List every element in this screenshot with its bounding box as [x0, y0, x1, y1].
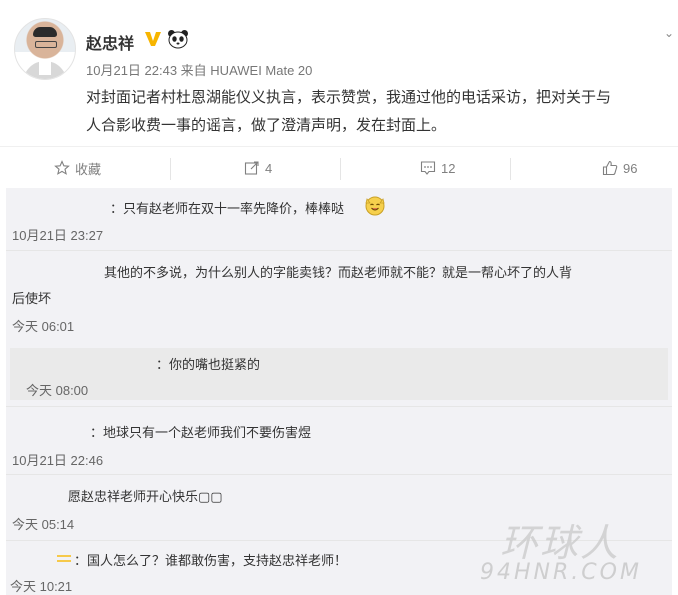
comment-text: ：地球只有一个赵老师我们不要伤害煜 [90, 425, 312, 440]
post-body: 对封面记者村杜恩湖能仪义执言，表示赞赏，我通过他的电话采访，把对关于与 人合影收… [86, 84, 676, 140]
comment-item: ：地球只有一个赵老师我们不要伤害煜 10月21日 22:46 [6, 406, 672, 475]
comment-text: 后使坏 [12, 291, 52, 306]
comment-time: 今天 05:14 [12, 517, 75, 532]
star-icon [54, 160, 70, 175]
like-count: 96 [623, 160, 638, 176]
comment-time: 今天 10:21 [10, 579, 73, 594]
verified-v-icon [145, 32, 161, 46]
comment-time: 10月21日 23:27 [12, 228, 104, 243]
comment-icon [420, 161, 436, 175]
divider [170, 158, 171, 180]
divider [340, 158, 341, 180]
smiling-face-emoji-icon [365, 196, 385, 216]
comment-text: ：国人怎么了？谁都敢伤害，支持赵忠祥老师！ [74, 553, 348, 568]
chevron-down-icon[interactable]: ⌄ [664, 26, 674, 40]
author-avatar[interactable] [14, 18, 76, 80]
author-name[interactable]: 赵忠祥 [86, 30, 134, 54]
username-emoji-icon [57, 555, 71, 562]
divider [510, 158, 511, 180]
post-meta: 10月21日 22:43 来自 HUAWEI Mate 20 [86, 63, 313, 78]
repost-button[interactable]: 4 [244, 147, 272, 189]
share-icon [244, 161, 259, 175]
comment-text: 其他的不多说，为什么别人的字能卖钱？而赵老师就不能？就是一帮心坏了的人背 [104, 265, 573, 280]
repost-count: 4 [265, 160, 273, 176]
reply-box [10, 348, 668, 400]
post-body-line: 对封面记者村杜恩湖能仪义执言，表示赞赏，我通过他的电话采访，把对关于与 [86, 89, 612, 106]
thumbs-up-icon [602, 160, 618, 176]
comment-item: 其他的不多说，为什么别人的字能卖钱？而赵老师就不能？就是一帮心坏了的人背 后使坏… [6, 250, 672, 343]
watermark-url: 94HNR.COM [480, 560, 642, 585]
comment-text: ：你的嘴也挺紧的 [156, 357, 261, 372]
comment-time: 10月21日 22:46 [12, 453, 104, 468]
comment-item: ：只有赵老师在双十一率先降价，棒棒哒 10月21日 23:27 [6, 188, 672, 251]
comment-item: ：你的嘴也挺紧的 今天 08:00 [6, 342, 672, 407]
panda-icon [168, 30, 188, 49]
favorite-label: 收藏 [75, 161, 102, 177]
favorite-button[interactable]: 收藏 [54, 147, 101, 189]
like-button[interactable]: 96 [602, 147, 637, 189]
comment-text: 愿赵忠祥老师开心快乐▢▢ [68, 489, 223, 504]
comment-button[interactable]: 12 [420, 147, 455, 189]
comment-text: ：只有赵老师在双十一率先降价，棒棒哒 [110, 201, 345, 216]
comment-time: 今天 08:00 [26, 383, 89, 398]
action-bar: 收藏 4 12 96 [0, 146, 678, 189]
comment-count: 12 [441, 160, 456, 176]
watermark-logo: 环球人 [500, 521, 621, 565]
post-body-line: 人合影收费一事的谣言，做了澄清声明，发在封面上。 [86, 117, 447, 134]
comment-time: 今天 06:01 [12, 319, 75, 334]
